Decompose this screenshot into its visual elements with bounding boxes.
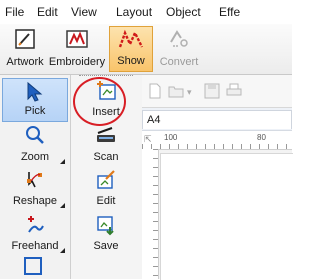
zoom-label: Zoom xyxy=(20,151,50,163)
show-stitches-icon xyxy=(118,29,144,54)
embroidery-button[interactable]: Embroidery xyxy=(48,26,106,72)
menu-layout[interactable]: Layout xyxy=(116,5,152,19)
freehand-pen-icon xyxy=(25,214,45,239)
scan-button[interactable]: Scan xyxy=(73,123,139,167)
design-canvas[interactable]: ⇱ 100 80 xyxy=(142,131,293,280)
freehand-label: Freehand xyxy=(11,240,59,252)
save-label: Save xyxy=(93,240,119,252)
menu-view[interactable]: View xyxy=(71,5,97,19)
pick-label: Pick xyxy=(24,105,46,117)
flyout-indicator-icon xyxy=(60,248,65,253)
horizontal-ruler: ⇱ 100 80 xyxy=(142,131,292,150)
image-tools-panel: Insert Scan Edit Save xyxy=(71,75,143,279)
vertical-ruler xyxy=(142,149,159,279)
ruler-ticks xyxy=(142,144,292,149)
edit-button[interactable]: Edit xyxy=(73,167,139,211)
embroidery-label: Embroidery xyxy=(48,56,106,68)
menu-bar: File Edit View Layout Object Effe xyxy=(0,0,292,25)
arrow-pointer-icon xyxy=(25,81,45,106)
document-tab[interactable]: A4 xyxy=(142,110,292,129)
menu-effects[interactable]: Effe xyxy=(219,5,240,19)
convert-button[interactable]: Convert xyxy=(155,26,203,72)
reshape-tool-button[interactable]: Reshape xyxy=(2,167,68,211)
insert-label: Insert xyxy=(92,106,120,118)
document-tab-label: A4 xyxy=(147,114,161,126)
pick-tool-button[interactable]: Pick xyxy=(2,78,68,122)
flyout-indicator-icon xyxy=(60,159,65,164)
open-folder-icon[interactable] xyxy=(168,83,184,104)
flyout-indicator-icon xyxy=(60,203,65,208)
ruler-label: 80 xyxy=(257,133,266,142)
embroidery-icon xyxy=(65,28,89,53)
print-icon[interactable] xyxy=(226,83,242,104)
insert-button[interactable]: Insert xyxy=(73,78,139,122)
document-tab-strip: A4 xyxy=(142,108,292,131)
reshape-label: Reshape xyxy=(12,195,58,207)
ruler-ticks xyxy=(153,149,158,279)
scanner-icon xyxy=(95,125,117,150)
edit-image-icon xyxy=(95,169,117,194)
rectangle-tool-icon[interactable] xyxy=(24,257,42,275)
save-disk-icon[interactable] xyxy=(204,83,220,104)
artwork-icon xyxy=(14,28,36,53)
convert-label: Convert xyxy=(159,56,199,68)
scan-label: Scan xyxy=(93,151,119,163)
chevron-down-icon[interactable]: ▾ xyxy=(187,87,192,98)
design-page[interactable] xyxy=(160,153,293,280)
convert-icon xyxy=(167,28,191,53)
drawing-tools-panel: Pick Zoom Reshape Freehand xyxy=(0,75,71,279)
artwork-button[interactable]: Artwork xyxy=(2,26,48,72)
save-button[interactable]: Save xyxy=(73,212,139,256)
main-toolbar: Artwork Embroidery Show Convert xyxy=(0,24,292,75)
new-document-icon[interactable] xyxy=(148,83,162,104)
ruler-label: 100 xyxy=(164,133,178,142)
menu-file[interactable]: File xyxy=(5,5,24,19)
reshape-icon xyxy=(25,169,45,194)
quick-access-toolbar: ▾ xyxy=(142,75,292,108)
show-label: Show xyxy=(117,55,145,67)
menu-object[interactable]: Object xyxy=(166,5,201,19)
freehand-tool-button[interactable]: Freehand xyxy=(2,212,68,256)
insert-image-icon xyxy=(95,80,117,105)
show-button[interactable]: Show xyxy=(109,26,153,72)
artwork-label: Artwork xyxy=(6,56,44,68)
edit-label: Edit xyxy=(96,195,116,207)
save-image-icon xyxy=(95,214,117,239)
magnifier-icon xyxy=(25,125,45,150)
zoom-tool-button[interactable]: Zoom xyxy=(2,123,68,167)
menu-edit[interactable]: Edit xyxy=(37,5,58,19)
